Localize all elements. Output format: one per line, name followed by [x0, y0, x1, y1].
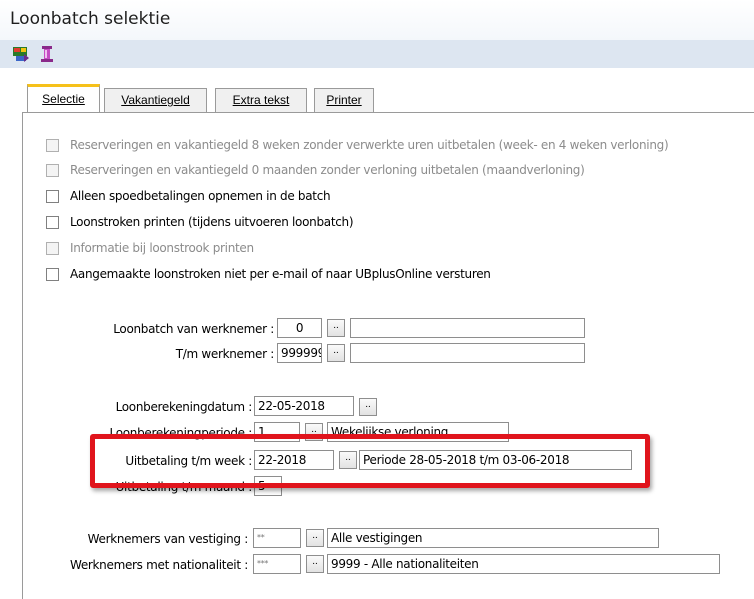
checkbox-label: Reserveringen en vakantiegeld 8 weken zo… [70, 138, 669, 152]
nationality-lookup-button[interactable]: .. [306, 555, 324, 573]
nationality-label: Werknemers met nationaliteit : [69, 558, 248, 572]
info-icon[interactable] [38, 45, 56, 63]
tab-selectie-label: Selectie [42, 92, 85, 106]
tab-printer[interactable]: Printer [314, 88, 374, 112]
window-title-bar: Loonbatch selektie [0, 0, 754, 40]
calc-date-label: Loonberekeningdatum : [115, 400, 253, 414]
checkbox-reserveringen-maanden[interactable] [46, 164, 59, 177]
employee-to-description [350, 343, 585, 363]
employee-to-lookup-button[interactable]: .. [327, 344, 345, 362]
branch-lookup-button[interactable]: .. [306, 529, 324, 547]
nationality-description: 9999 - Alle nationaliteiten [327, 554, 720, 574]
employee-to-label: T/m werknemer : [175, 347, 275, 361]
branch-description: Alle vestigingen [327, 528, 659, 548]
checkbox-label: Loonstroken printen (tijdens uitvoeren l… [70, 215, 354, 229]
checkbox-spoedbetalingen[interactable] [46, 190, 59, 203]
toolbar [0, 40, 754, 68]
calc-date-picker-button[interactable]: .. [359, 398, 377, 416]
tab-vakantiegeld-label: Vakantiegeld [121, 93, 190, 107]
checkbox-loonstroken-printen[interactable] [46, 216, 59, 229]
branch-label: Werknemers van vestiging : [87, 532, 249, 546]
employee-from-input[interactable]: 0 [277, 318, 322, 338]
checkbox-informatie-printen[interactable] [46, 242, 59, 255]
tab-printer-label: Printer [326, 93, 362, 107]
employee-from-lookup-button[interactable]: .. [327, 319, 345, 337]
tab-vakantiegeld[interactable]: Vakantiegeld [104, 88, 207, 112]
checkbox-label: Alleen spoedbetalingen opnemen in de bat… [70, 189, 331, 203]
tab-extra-tekst-label: Extra tekst [232, 93, 290, 107]
nationality-input[interactable]: *** [253, 554, 301, 574]
checkbox-label: Informatie bij loonstrook printen [70, 241, 254, 255]
tab-selectie[interactable]: Selectie [27, 84, 100, 113]
checkbox-label: Aangemaakte loonstroken niet per e-mail … [70, 267, 491, 281]
checkbox-label: Reserveringen en vakantiegeld 0 maanden … [70, 163, 585, 177]
checkbox-reserveringen-weken[interactable] [46, 139, 59, 152]
employee-to-input[interactable]: 999999 [277, 343, 322, 363]
calc-date-input[interactable]: 22-05-2018 [254, 396, 354, 416]
checkbox-niet-versturen[interactable] [46, 268, 59, 281]
employee-from-description [350, 318, 585, 338]
window-title: Loonbatch selektie [10, 9, 171, 29]
content-border [22, 112, 23, 599]
run-icon[interactable] [12, 45, 30, 63]
branch-input[interactable]: ** [253, 528, 301, 548]
highlight-annotation [90, 434, 650, 488]
tab-extra-tekst[interactable]: Extra tekst [215, 88, 307, 112]
employee-from-label: Loonbatch van werknemer : [113, 322, 274, 336]
tab-strip-divider [22, 112, 754, 113]
